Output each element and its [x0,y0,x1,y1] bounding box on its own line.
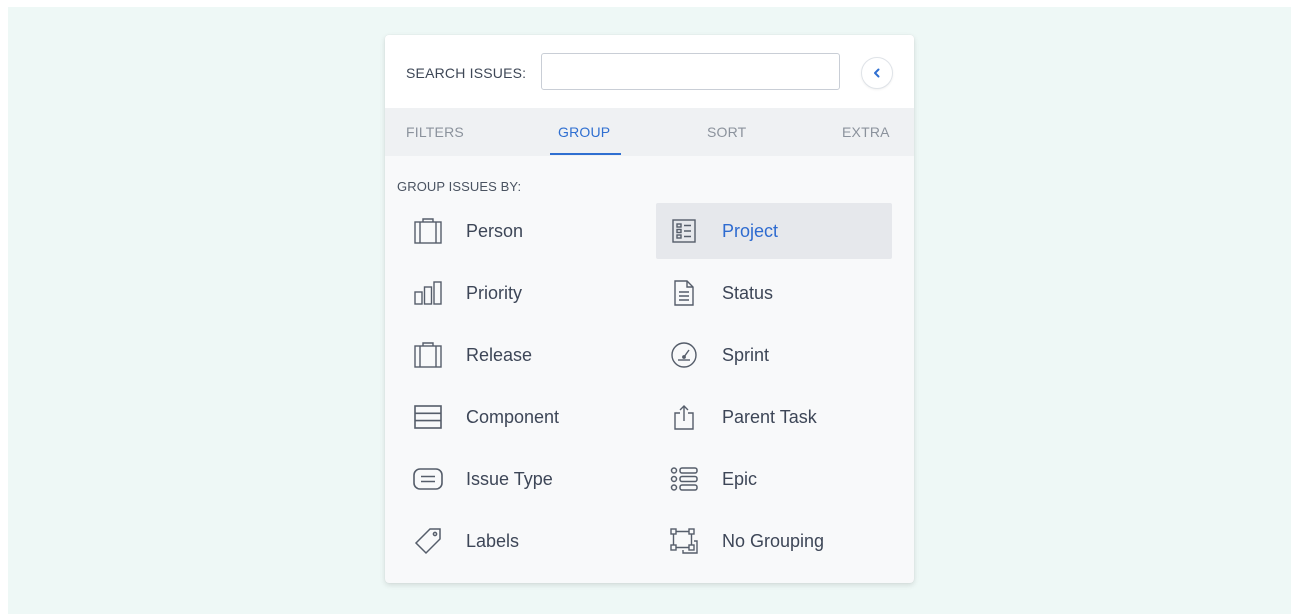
group-option-label: No Grouping [722,531,825,551]
group-option-label: Parent Task [722,407,817,427]
tab-group[interactable]: GROUP [558,108,610,156]
group-option-person[interactable]: Person [400,203,636,259]
group-option-label: Component [466,407,560,427]
tab-bar: FILTERS GROUP SORT EXTRA [385,108,914,156]
group-option-label: Epic [722,469,758,489]
speedometer-icon [668,340,700,370]
ungroup-icon [668,526,700,556]
share-upload-icon [668,402,700,432]
group-option-no-grouping[interactable]: No Grouping [656,513,892,569]
active-tab-indicator [550,153,621,155]
document-icon [668,278,700,308]
group-option-label: Person [466,221,524,241]
group-option-label: Priority [466,283,523,303]
search-row: SEARCH ISSUES: [385,35,914,108]
group-option-label: Release [466,345,533,365]
group-option-label: Sprint [722,345,770,365]
group-option-status[interactable]: Status [656,265,892,321]
group-option-label: Labels [466,531,520,551]
group-option-label: Project [722,221,779,241]
list-bullets-icon [668,464,700,494]
group-option-issue-type[interactable]: Issue Type [400,451,636,507]
group-option-labels[interactable]: Labels [400,513,636,569]
tab-filters[interactable]: FILTERS [406,108,464,156]
tab-sort[interactable]: SORT [707,108,746,156]
issue-options-panel: SEARCH ISSUES: FILTERS GROUP SORT EXTRA … [385,35,914,583]
group-by-heading: GROUP ISSUES BY: [397,179,522,194]
tab-extra[interactable]: EXTRA [842,108,890,156]
group-option-project[interactable]: Project [656,203,892,259]
collapse-panel-button[interactable] [861,57,893,89]
message-box-icon [412,464,444,494]
group-option-label: Status [722,283,774,303]
briefcase-icon [412,340,444,370]
project-list-icon [668,216,700,246]
bar-chart-icon [412,278,444,308]
search-input[interactable] [541,53,840,90]
group-option-label: Issue Type [466,469,553,489]
group-option-parent-task[interactable]: Parent Task [656,389,892,445]
group-option-component[interactable]: Component [400,389,636,445]
group-option-priority[interactable]: Priority [400,265,636,321]
chevron-left-icon [871,67,883,79]
group-option-release[interactable]: Release [400,327,636,383]
stacked-rows-icon [412,402,444,432]
group-option-epic[interactable]: Epic [656,451,892,507]
group-option-sprint[interactable]: Sprint [656,327,892,383]
tag-icon [412,526,444,556]
briefcase-icon [412,216,444,246]
search-label: SEARCH ISSUES: [406,65,527,81]
